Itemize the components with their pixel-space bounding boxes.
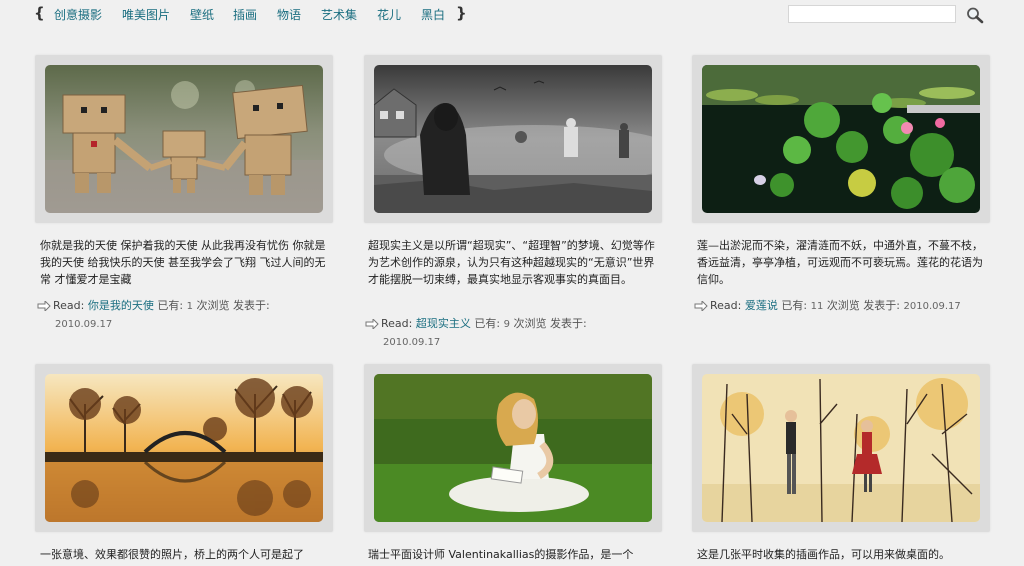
post-thumbnail-danbo[interactable] [45,65,323,213]
views-suffix: 次浏览 发表于: [196,299,270,312]
view-count: 1 [186,301,193,312]
post-card [35,364,333,532]
nav-item-wallpaper[interactable]: 壁纸 [190,6,214,23]
post-date: 2010.09.17 [55,319,113,330]
post-card [364,55,662,223]
post-description: 超现实主义是以所谓“超现实”、“超理智”的梦境、幻觉等作为艺术创作的源泉，认为只… [368,239,655,286]
post-description: 这是几张平时收集的插画作品，可以用来做桌面的。 [697,548,950,561]
nav-item-beautiful-pictures[interactable]: 唯美图片 [122,6,170,23]
post-thumbnail-surrealism[interactable] [374,65,652,213]
post-title-link[interactable]: 爱莲说 [745,299,778,312]
post-meta: Read: 超现实主义 已有: 9 次浏览 发表于: 2010.09.17 [365,315,657,351]
views-prefix: 已有: [474,317,501,330]
post-card [35,55,333,223]
nav-item-flowers[interactable]: 花儿 [377,6,401,23]
view-count: 11 [810,301,824,312]
post-card [692,55,990,223]
post-card [364,364,662,532]
post-title-link[interactable]: 你是我的天使 [88,299,154,312]
post-date: 2010.09.17 [383,337,441,348]
nav-item-creative-photography[interactable]: 创意摄影 [54,6,102,23]
arrow-icon [37,301,51,311]
views-prefix: 已有: [781,299,808,312]
view-count: 9 [503,319,510,330]
views-suffix: 次浏览 发表于: [513,317,587,330]
post-title-link[interactable]: 超现实主义 [416,317,471,330]
post-card [692,364,990,532]
post-date: 2010.09.17 [903,301,961,312]
nav-item-art-collection[interactable]: 艺术集 [321,6,357,23]
read-label: Read: [381,317,413,330]
nav-open-brace: { [34,4,45,22]
post-thumbnail-reading[interactable] [374,374,652,522]
search-button[interactable] [965,6,985,24]
nav-item-illustration[interactable]: 插画 [233,6,257,23]
post-description: 莲—出淤泥而不染，濯清涟而不妖，中通外直，不蔓不枝，香远益清，亭亭净植，可远观而… [697,239,983,286]
post-thumbnail-bridge[interactable] [45,374,323,522]
views-suffix: 次浏览 发表于: [826,299,901,312]
post-thumbnail-illustration[interactable] [702,374,980,522]
nav-item-black-white[interactable]: 黑白 [421,6,445,23]
read-label: Read: [53,299,85,312]
post-description: 一张意境、效果都很赞的照片，桥上的两个人可是起了 [40,548,304,561]
nav-close-brace: } [456,4,467,22]
post-thumbnail-lotus[interactable] [702,65,980,213]
post-meta: Read: 你是我的天使 已有: 1 次浏览 发表于: 2010.09.17 [37,297,329,333]
arrow-icon [365,319,379,329]
arrow-icon [694,301,708,311]
read-label: Read: [710,299,742,312]
magnifier-icon [967,7,984,24]
views-prefix: 已有: [157,299,184,312]
search-input[interactable] [788,5,956,23]
post-description: 瑞士平面设计师 Valentinakallias的摄影作品，是一个 [368,548,634,561]
post-description: 你就是我的天使 保护着我的天使 从此我再没有忧伤 你就是我的天使 给我快乐的天使… [40,239,326,286]
post-meta: Read: 爱莲说 已有: 11 次浏览 发表于: 2010.09.17 [694,297,986,315]
nav-item-stories[interactable]: 物语 [277,6,301,23]
